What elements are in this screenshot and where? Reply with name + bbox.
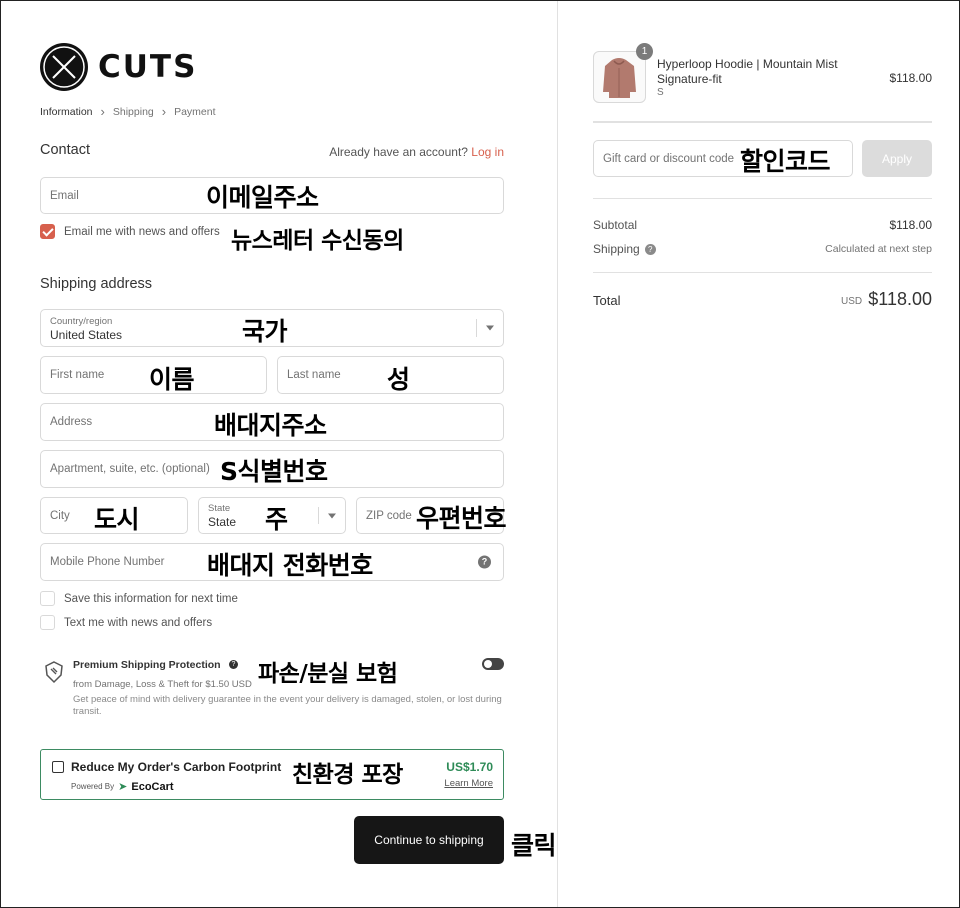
annotation-click: 클릭 <box>511 831 557 860</box>
shipping-value: Calculated at next step <box>825 243 932 255</box>
annotation-protection: 파손/분실 보험 <box>258 661 398 687</box>
protection-description: Get peace of mind with delivery guarante… <box>73 694 502 717</box>
ecocart-brand: EcoCart <box>131 780 174 793</box>
brand-name: CUTS <box>98 49 198 85</box>
checkbox-icon[interactable] <box>40 591 55 606</box>
summary-divider <box>593 198 932 199</box>
city-placeholder: City <box>50 509 70 522</box>
protection-title: Premium Shipping Protection <box>73 659 221 671</box>
ecocart-widget[interactable]: Reduce My Order's Carbon Footprint Power… <box>40 749 504 800</box>
continue-to-shipping-button[interactable]: Continue to shipping <box>354 816 504 864</box>
help-icon[interactable]: ? <box>478 555 491 569</box>
checkbox-icon[interactable] <box>40 615 55 630</box>
info-icon[interactable]: ? <box>229 660 238 669</box>
chevron-right-icon: › <box>100 104 105 119</box>
breadcrumb: Information › Shipping › Payment <box>40 104 216 119</box>
annotation-zip: 우편번호 <box>416 504 507 533</box>
breadcrumb-information[interactable]: Information <box>40 106 93 118</box>
state-label: State <box>208 503 231 514</box>
ecocart-learn-more[interactable]: Learn More <box>444 778 493 789</box>
save-info-checkbox[interactable]: Save this information for next time <box>40 591 238 606</box>
annotation-newsletter: 뉴스레터 수신동의 <box>231 228 404 254</box>
phone-placeholder: Mobile Phone Number <box>50 556 165 568</box>
product-price: $118.00 <box>889 71 933 85</box>
annotation-address: 배대지주소 <box>214 411 327 440</box>
save-info-label: Save this information for next time <box>64 592 238 605</box>
product-thumbnail <box>593 51 646 103</box>
product-variant: S <box>657 87 664 98</box>
annotation-discount: 할인코드 <box>740 147 831 176</box>
ecocart-checkbox[interactable] <box>52 761 64 773</box>
subtotal-value: $118.00 <box>889 218 933 232</box>
chevron-right-icon: › <box>161 104 167 119</box>
brand-logo[interactable]: CUTS <box>40 43 197 91</box>
chevron-down-icon <box>486 325 494 331</box>
newsletter-label: Email me with news and offers <box>64 225 220 238</box>
leaf-icon: ➤ <box>118 781 128 793</box>
help-icon[interactable]: ? <box>644 244 656 256</box>
annotation-phone: 배대지 전화번호 <box>207 551 373 580</box>
login-link[interactable]: Log in <box>471 145 504 159</box>
powered-by-label: Powered By <box>71 782 115 791</box>
sms-checkbox[interactable]: Text me with news and offers <box>40 615 212 630</box>
annotation-country: 국가 <box>242 317 288 346</box>
annotation-city: 도시 <box>94 505 140 534</box>
breadcrumb-shipping: Shipping <box>112 105 154 118</box>
sms-label: Text me with news and offers <box>64 616 213 629</box>
contact-heading: Contact <box>40 142 90 158</box>
apply-button[interactable]: Apply <box>862 140 932 177</box>
total-value: $118.00 <box>868 289 932 309</box>
shield-icon <box>44 660 64 684</box>
summary-divider <box>593 272 932 273</box>
discount-placeholder: Gift card or discount code <box>603 153 735 165</box>
zip-placeholder: ZIP code <box>366 509 412 522</box>
last-name-placeholder: Last name <box>287 369 341 381</box>
checkbox-checked-icon[interactable] <box>40 224 55 239</box>
hoodie-image <box>603 58 636 98</box>
email-placeholder: Email <box>50 189 79 202</box>
ecocart-powered-by: Powered By ➤ EcoCart <box>71 780 174 794</box>
first-name-placeholder: First name <box>50 369 105 381</box>
ecocart-price: US$1.70 <box>446 760 493 774</box>
annotation-first-name: 이름 <box>149 365 195 394</box>
annotation-eco: 친환경 포장 <box>292 762 403 788</box>
logo-icon <box>40 43 88 91</box>
total-currency: USD <box>841 296 863 307</box>
newsletter-checkbox[interactable]: Email me with news and offers <box>40 224 220 239</box>
total-label: Total <box>593 293 621 308</box>
country-label: Country/region <box>50 316 113 327</box>
breadcrumb-payment: Payment <box>174 105 216 118</box>
chevron-down-icon <box>328 513 336 518</box>
account-prompt: Already have an account? Log in <box>329 145 504 159</box>
shipping-label: Shipping <box>593 242 640 256</box>
shipping-address-heading: Shipping address <box>40 276 153 292</box>
product-name: Hyperloop Hoodie | Mountain Mist Signatu… <box>657 57 838 86</box>
annotation-state: 주 <box>265 505 288 534</box>
shipping-row: Shipping? <box>593 242 656 256</box>
apartment-placeholder: Apartment, suite, etc. (optional) <box>50 463 210 475</box>
annotation-email: 이메일주소 <box>206 183 319 212</box>
account-prompt-text: Already have an account? <box>329 145 468 159</box>
summary-divider <box>593 121 932 123</box>
column-divider <box>557 1 558 907</box>
ecocart-title: Reduce My Order's Carbon Footprint <box>71 760 282 774</box>
state-value: State <box>208 515 237 529</box>
select-divider <box>476 319 477 337</box>
address-placeholder: Address <box>50 416 93 428</box>
quantity-badge: 1 <box>636 43 653 60</box>
annotation-last-name: 성 <box>387 365 410 394</box>
country-value: United States <box>50 328 123 342</box>
annotation-apartment: S식별번호 <box>220 457 328 486</box>
subtotal-label: Subtotal <box>593 218 638 232</box>
select-divider <box>318 507 319 524</box>
protection-toggle[interactable] <box>482 658 504 670</box>
protection-subtitle: from Damage, Loss & Theft for $1.50 USD <box>73 679 252 690</box>
